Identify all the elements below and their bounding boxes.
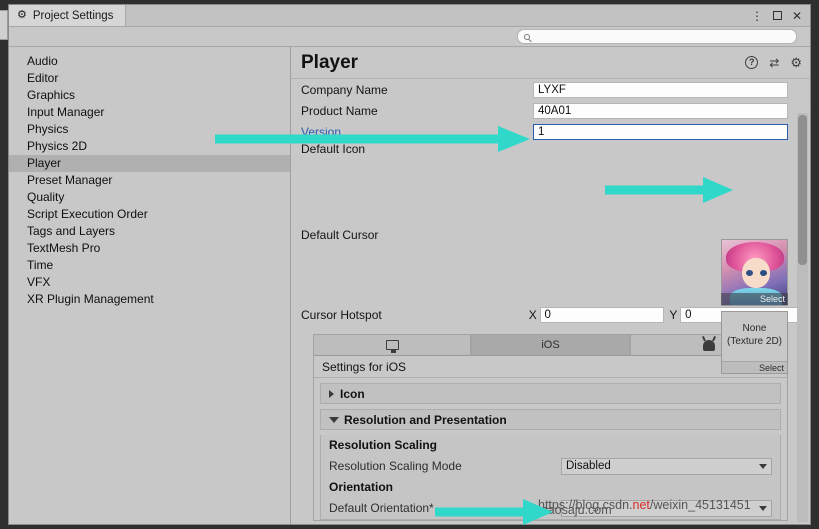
sidebar-item-vfx[interactable]: VFX [9, 274, 290, 291]
foldout-icon-label: Icon [340, 386, 365, 401]
cursor-hotspot-y-label: Y [669, 308, 678, 322]
overflow-menu-icon[interactable]: ⋮ [751, 10, 763, 22]
sidebar-item-input-manager[interactable]: Input Manager [9, 104, 290, 121]
search-icon [524, 33, 530, 40]
sidebar-item-preset-manager[interactable]: Preset Manager [9, 172, 290, 189]
default-cursor-field-wrap[interactable]: None (Texture 2D) Select [721, 311, 788, 374]
default-icon-label: Default Icon [301, 142, 366, 156]
vertical-scrollbar[interactable] [797, 113, 808, 522]
title-bar: ⚙ Project Settings ⋮ ✕ [9, 5, 810, 27]
maximize-icon[interactable] [772, 11, 782, 20]
preset-icon[interactable]: ⇄ [769, 57, 779, 69]
default-cursor-label: Default Cursor [301, 228, 379, 242]
chevron-down-icon [759, 505, 767, 511]
tab-ios[interactable]: iOS [471, 334, 630, 356]
default-icon-select-button[interactable]: Select [721, 293, 788, 305]
player-fields: Company Name LYXF Product Name 40A01 Ver… [291, 79, 810, 524]
row-resolution-scaling-mode: Resolution Scaling Mode Disabled [321, 455, 780, 477]
row-default-icon: Default Icon Select [291, 142, 810, 306]
version-label: Version [301, 124, 342, 139]
default-cursor-value-line1: None [742, 323, 767, 334]
resolution-scaling-mode-label: Resolution Scaling Mode [329, 459, 462, 473]
row-version: Version 1 [291, 121, 810, 142]
thumb-eye-left [746, 270, 753, 276]
sidebar-item-graphics[interactable]: Graphics [9, 87, 290, 104]
default-cursor-select-button[interactable]: Select [722, 361, 787, 373]
resolution-scaling-mode-value: Disabled [566, 460, 611, 472]
foldout-icon[interactable]: Icon [320, 383, 781, 404]
tab-ios-label: iOS [541, 339, 560, 351]
settings-category-list: Audio Editor Graphics Input Manager Phys… [9, 47, 291, 524]
tab-project-settings[interactable]: ⚙ Project Settings [9, 5, 127, 26]
pane-header: Player ? ⇄ ⚙ [291, 47, 810, 79]
row-company-name: Company Name LYXF [291, 79, 810, 100]
row-product-name: Product Name 40A01 [291, 100, 810, 121]
tab-standalone[interactable] [313, 334, 472, 356]
desktop-icon [385, 340, 399, 353]
watermark-suffix: /weixin_45131451 [649, 498, 751, 512]
chevron-down-icon [759, 463, 767, 469]
sidebar-item-xr-plugin-management[interactable]: XR Plugin Management [9, 291, 290, 308]
chevron-right-icon [329, 389, 334, 398]
sidebar-item-tags-and-layers[interactable]: Tags and Layers [9, 223, 290, 240]
watermark-highlight: net [632, 498, 650, 512]
sidebar-item-textmesh-pro[interactable]: TextMesh Pro [9, 240, 290, 257]
product-name-input[interactable]: 40A01 [533, 102, 788, 119]
foldout-resolution-label: Resolution and Presentation [344, 412, 507, 427]
project-settings-window: ⚙ Project Settings ⋮ ✕ Audio Editor Grap… [8, 4, 811, 525]
pane-header-icons: ? ⇄ ⚙ [745, 56, 802, 69]
sidebar-item-physics-2d[interactable]: Physics 2D [9, 138, 290, 155]
sidebar-item-editor[interactable]: Editor [9, 70, 290, 87]
cursor-hotspot-label: Cursor Hotspot [301, 308, 382, 322]
help-icon[interactable]: ? [745, 56, 759, 69]
search-row [9, 27, 810, 47]
default-icon-thumbnail-wrap[interactable]: Select [721, 239, 788, 306]
window-body: Audio Editor Graphics Input Manager Phys… [9, 47, 810, 524]
window-controls: ⋮ ✕ [751, 5, 810, 26]
sidebar-item-physics[interactable]: Physics [9, 121, 290, 138]
sidebar-item-script-execution-order[interactable]: Script Execution Order [9, 206, 290, 223]
default-cursor-value-line2: (Texture 2D) [726, 336, 782, 347]
sidebar-item-time[interactable]: Time [9, 257, 290, 274]
sidebar-item-player[interactable]: Player [9, 155, 290, 172]
product-name-label: Product Name [301, 103, 378, 118]
foldout-resolution-and-presentation[interactable]: Resolution and Presentation [320, 409, 781, 430]
settings-for-ios-header: Settings for iOS [314, 356, 787, 378]
resolution-scaling-mode-dropdown[interactable]: Disabled [561, 457, 772, 475]
platform-tab-bar: iOS [313, 334, 788, 356]
orientation-header: Orientation [329, 480, 394, 494]
resolution-scaling-header: Resolution Scaling [329, 438, 438, 452]
gear-icon: ⚙ [17, 9, 27, 21]
tab-label: Project Settings [32, 9, 114, 22]
chevron-down-icon [329, 416, 339, 423]
sidebar-item-quality[interactable]: Quality [9, 189, 290, 206]
ios-settings-panel: Settings for iOS Icon Resolution and Pre… [313, 356, 788, 521]
page-title: Player [301, 51, 359, 73]
vertical-scrollbar-thumb[interactable] [798, 115, 807, 265]
settings-gear-icon[interactable]: ⚙ [790, 56, 802, 69]
player-settings-pane: Player ? ⇄ ⚙ Company Name LYXF Product N… [291, 47, 810, 524]
dock-edge-left [0, 10, 8, 40]
cursor-hotspot-x-input[interactable]: 0 [539, 307, 665, 323]
default-cursor-object-field[interactable]: None (Texture 2D) Select [721, 311, 788, 374]
search-input[interactable] [517, 29, 797, 44]
sidebar-item-audio[interactable]: Audio [9, 53, 290, 70]
cursor-hotspot-x-label: X [528, 308, 537, 322]
watermark-prefix: https://blog.csdn. [538, 498, 633, 512]
company-name-input[interactable]: LYXF [533, 81, 788, 98]
watermark-url: https://blog.csdn.net/weixin_45131451 [538, 498, 751, 512]
close-icon[interactable]: ✕ [792, 10, 802, 22]
version-input[interactable]: 1 [533, 123, 788, 140]
android-icon [702, 339, 715, 351]
dock-edge-right-label: n [812, 100, 819, 112]
thumb-eye-right [760, 270, 767, 276]
company-name-label: Company Name [301, 82, 388, 97]
default-orientation-label: Default Orientation* [329, 501, 434, 515]
